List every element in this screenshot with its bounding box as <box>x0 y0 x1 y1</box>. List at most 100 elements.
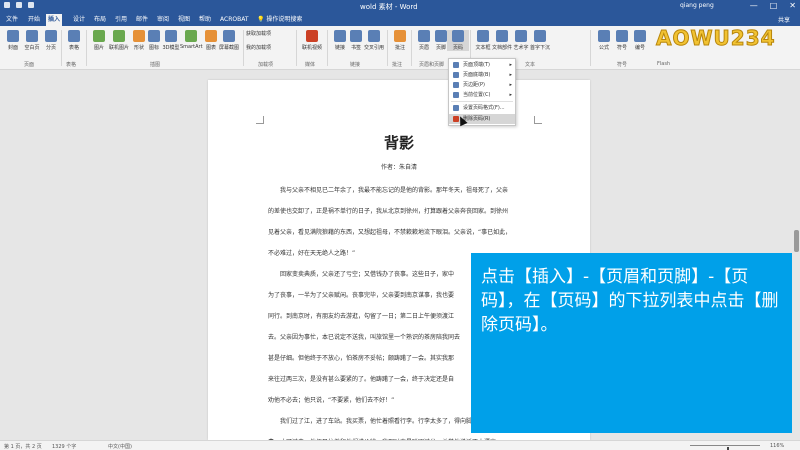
text-line: 见着父亲，看见满院狼藉的东西，又想起祖母，不禁簌簌地流下眼泪。父亲说，“事已如此… <box>268 229 512 236</box>
share-button[interactable]: 共享 <box>778 15 790 24</box>
format-page-number-icon <box>453 105 459 111</box>
drop-cap-button[interactable]: 首字下沉 <box>528 30 552 51</box>
footer-icon <box>435 30 447 42</box>
user-name[interactable]: qiang peng <box>680 2 714 9</box>
number-icon <box>634 30 646 42</box>
chevron-right-icon: ▸ <box>509 62 512 68</box>
page-margins-icon <box>453 82 459 88</box>
vertical-scrollbar[interactable] <box>792 70 800 440</box>
my-addins-button[interactable]: 我的加载项 <box>246 44 296 51</box>
group-symbols: 符号 <box>617 62 628 68</box>
tab-layout[interactable]: 布局 <box>92 14 108 26</box>
chevron-right-icon: ▸ <box>509 82 512 88</box>
text-line: 的差使也交卸了，正是祸不单行的日子，我从北京到徐州，打算跟着父亲奔丧回家。到徐州 <box>268 208 509 215</box>
icons-icon <box>148 30 160 42</box>
window-controls: — □ ✕ <box>750 1 796 10</box>
picture-icon <box>93 30 105 42</box>
page-top-icon <box>453 62 459 68</box>
video-icon <box>306 30 318 42</box>
omega-icon <box>616 30 628 42</box>
table-button[interactable]: 表格 <box>63 30 85 51</box>
document-author: 作者：朱自清 <box>380 164 417 171</box>
redo-icon[interactable] <box>28 2 34 8</box>
title-bar: wold 素材 - Word qiang peng — □ ✕ <box>0 0 800 12</box>
language[interactable]: 中文(中国) <box>108 443 132 450</box>
divider <box>327 30 328 66</box>
divider <box>387 30 388 66</box>
divider <box>61 30 62 66</box>
group-flash: Flash <box>657 61 671 67</box>
word-count[interactable]: 1329 个字 <box>52 443 76 450</box>
cover-page-icon <box>7 30 19 42</box>
comment-icon <box>394 30 406 42</box>
divider <box>296 30 297 66</box>
page-number-dropdown: 页面顶端(T) ▸ 页面底端(B) ▸ 页边距(P) ▸ 当前位置(C) ▸ 设置页码格… <box>448 58 516 126</box>
smartart-icon <box>185 30 197 42</box>
tab-references[interactable]: 引用 <box>113 14 129 26</box>
tutorial-callout: 点击【插入】-【页眉和页脚】-【页码】，在【页码】的下拉列表中点击【删除页码】。 <box>471 253 800 433</box>
bookmark-icon <box>350 30 362 42</box>
ribbon-tabs: 文件 开始 插入 设计 布局 引用 邮件 审阅 视图 帮助 ACROBAT 💡 … <box>0 12 800 26</box>
menu-item-bottom-of-page[interactable]: 页面底端(B) ▸ <box>449 70 515 80</box>
zoom-level[interactable]: 116% <box>770 443 784 449</box>
group-media: 媒体 <box>305 62 316 68</box>
chevron-right-icon: ▸ <box>509 72 512 78</box>
cross-reference-button[interactable]: 交叉引用 <box>362 30 386 51</box>
tab-insert[interactable]: 插入 <box>46 14 63 26</box>
page-break-button[interactable]: 分页 <box>40 30 62 51</box>
divider <box>86 30 87 66</box>
cross-reference-icon <box>368 30 380 42</box>
crop-mark <box>534 116 542 124</box>
drop-cap-icon <box>534 30 546 42</box>
text-box-icon <box>477 30 489 42</box>
divider <box>411 30 412 66</box>
window-title: wold 素材 - Word <box>360 3 418 11</box>
close-button[interactable]: ✕ <box>789 1 796 10</box>
zoom-slider[interactable] <box>690 445 760 450</box>
smartart-button[interactable]: SmartArt <box>180 30 203 50</box>
menu-item-current-position[interactable]: 当前位置(C) ▸ <box>449 90 515 100</box>
number-button[interactable]: 编号 <box>629 30 651 51</box>
page-break-icon <box>45 30 57 42</box>
group-comments: 批注 <box>392 62 403 68</box>
menu-item-format-page-numbers[interactable]: 设置页码格式(F)... <box>449 103 515 113</box>
tab-view[interactable]: 视图 <box>176 14 192 26</box>
screenshot-button[interactable]: 屏幕截图 <box>218 30 240 51</box>
minimize-button[interactable]: — <box>750 1 758 10</box>
tell-me-search[interactable]: 💡 操作说明搜索 <box>255 14 304 26</box>
tab-review[interactable]: 审阅 <box>155 14 171 26</box>
blank-page-icon <box>26 30 38 42</box>
group-tables: 表格 <box>66 62 77 68</box>
menu-item-page-margins[interactable]: 页边距(P) ▸ <box>449 80 515 90</box>
online-pictures-button[interactable]: 联机图片 <box>108 30 130 51</box>
wordart-icon <box>515 30 527 42</box>
divider <box>243 30 244 66</box>
page-count[interactable]: 第 1 页，共 2 页 <box>4 443 42 450</box>
tab-help[interactable]: 帮助 <box>197 14 213 26</box>
tab-acrobat[interactable]: ACROBAT <box>218 14 251 26</box>
undo-icon[interactable] <box>16 2 22 8</box>
menu-item-top-of-page[interactable]: 页面顶端(T) ▸ <box>449 60 515 70</box>
3d-models-button[interactable]: 3D模型 <box>160 30 182 51</box>
save-icon[interactable] <box>4 2 10 8</box>
menu-divider <box>451 101 513 102</box>
group-header-footer: 页眉和页脚 <box>419 62 445 68</box>
comment-button[interactable]: 批注 <box>389 30 411 51</box>
screenshot-icon <box>223 30 235 42</box>
table-icon <box>68 30 80 42</box>
quick-parts-icon <box>496 30 508 42</box>
online-picture-icon <box>113 30 125 42</box>
tab-mailings[interactable]: 邮件 <box>134 14 150 26</box>
maximize-button[interactable]: □ <box>770 1 778 10</box>
pictures-button[interactable]: 图片 <box>88 30 110 51</box>
scrollbar-thumb[interactable] <box>794 230 799 252</box>
group-pages: 页面 <box>24 62 35 68</box>
document-heading: 背影 <box>383 134 414 152</box>
get-addins-button[interactable]: 获取加载项 <box>246 30 296 37</box>
tab-home[interactable]: 开始 <box>26 14 42 26</box>
chevron-right-icon: ▸ <box>509 92 512 98</box>
tab-design[interactable]: 设计 <box>71 14 87 26</box>
page-number-button[interactable]: 页码 <box>447 30 469 51</box>
tab-file[interactable]: 文件 <box>4 14 20 26</box>
online-video-button[interactable]: 联机视频 <box>299 30 325 51</box>
